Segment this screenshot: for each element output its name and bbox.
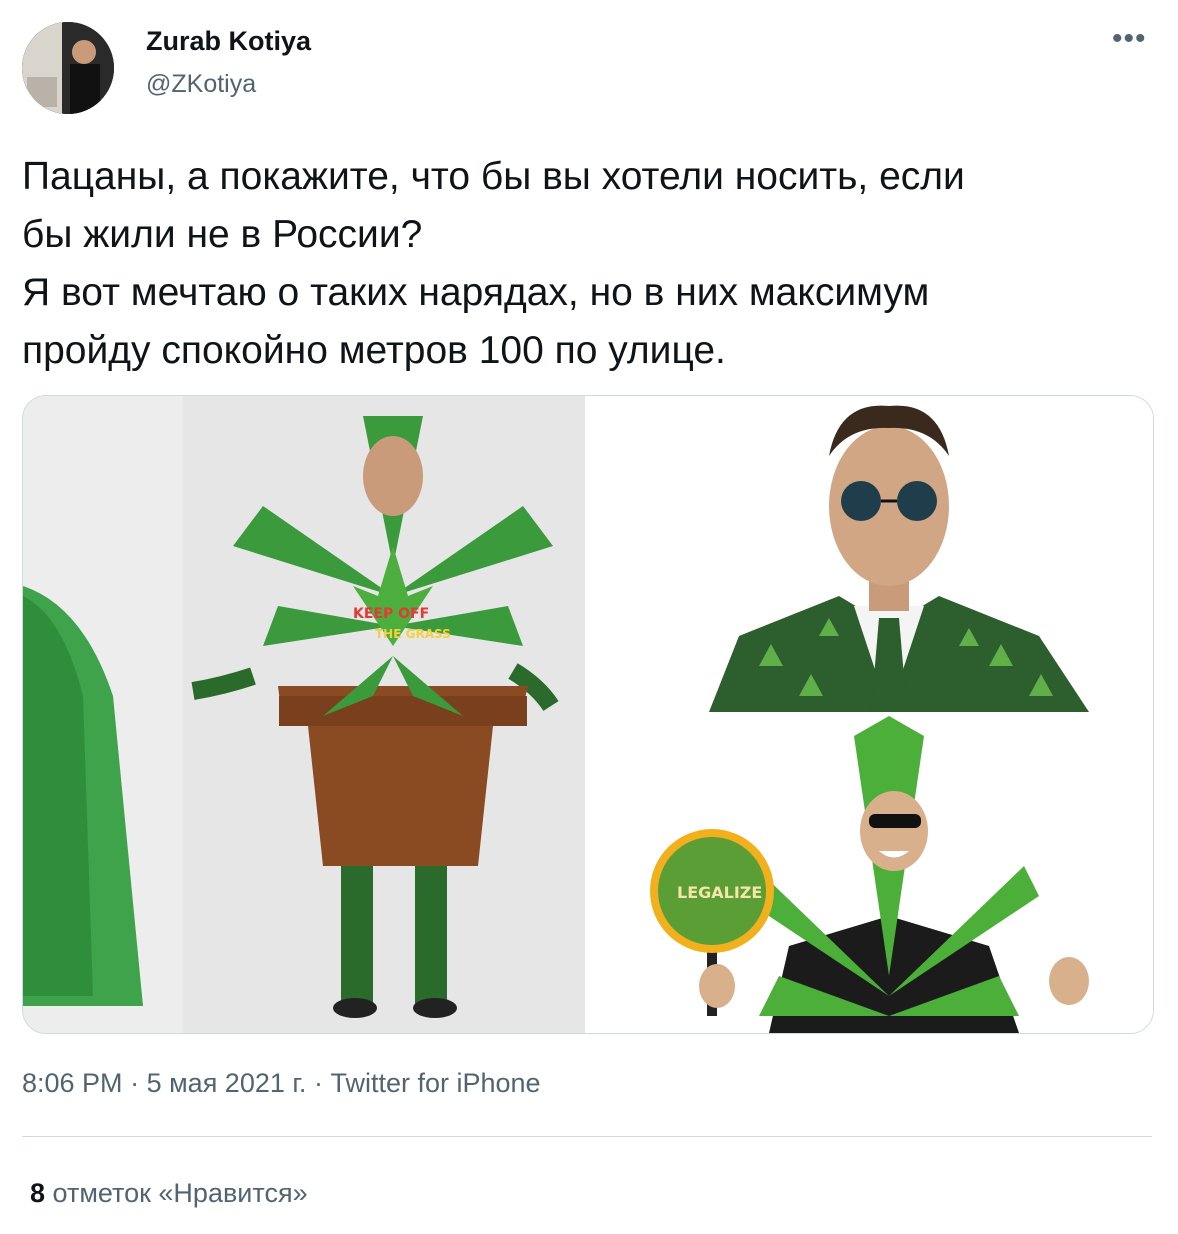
tweet-date[interactable]: 5 мая 2021 г. <box>147 1068 307 1098</box>
svg-text:KEEP OFF: KEEP OFF <box>353 606 429 622</box>
likes-label: отметок «Нравится» <box>52 1178 308 1208</box>
meta-separator: · <box>130 1068 140 1098</box>
tweet-time[interactable]: 8:06 PM <box>22 1068 123 1098</box>
tweet-line: Пацаны, а покажите, что бы вы хотели нос… <box>22 155 965 198</box>
likes-number: 8 <box>30 1178 46 1208</box>
svg-text:THE GRASS: THE GRASS <box>375 627 451 641</box>
media-grid: KEEP OFF THE GRASS LEGALIZE <box>22 395 1154 1034</box>
tweet-meta: 8:06 PM · 5 мая 2021 г. · Twitter for iP… <box>22 1068 541 1099</box>
author-handle[interactable]: @ZKotiya <box>146 70 256 99</box>
more-icon[interactable]: ••• <box>1112 22 1147 56</box>
likes-count[interactable]: 8 отметок «Нравится» <box>30 1178 308 1209</box>
tweet-line: Я вот мечтаю о таких нарядах, но в них м… <box>22 271 930 314</box>
author-name[interactable]: Zurab Kotiya <box>146 26 311 57</box>
divider <box>22 1136 1152 1137</box>
meta-separator: · <box>313 1068 323 1098</box>
tweet-line: пройду спокойно метров 100 по улице. <box>22 329 726 372</box>
media-image-leaf-suit[interactable] <box>589 396 1153 712</box>
media-image-pot-costume[interactable]: KEEP OFF THE GRASS <box>23 396 585 1033</box>
avatar[interactable] <box>22 22 114 114</box>
tweet-source[interactable]: Twitter for iPhone <box>330 1068 540 1098</box>
tweet-line: бы жили не в России? <box>22 213 423 256</box>
media-image-legalize[interactable]: LEGALIZE <box>589 716 1153 1033</box>
svg-text:LEGALIZE: LEGALIZE <box>677 883 762 902</box>
tweet-text: Пацаны, а покажите, что бы вы хотели нос… <box>22 148 1142 380</box>
